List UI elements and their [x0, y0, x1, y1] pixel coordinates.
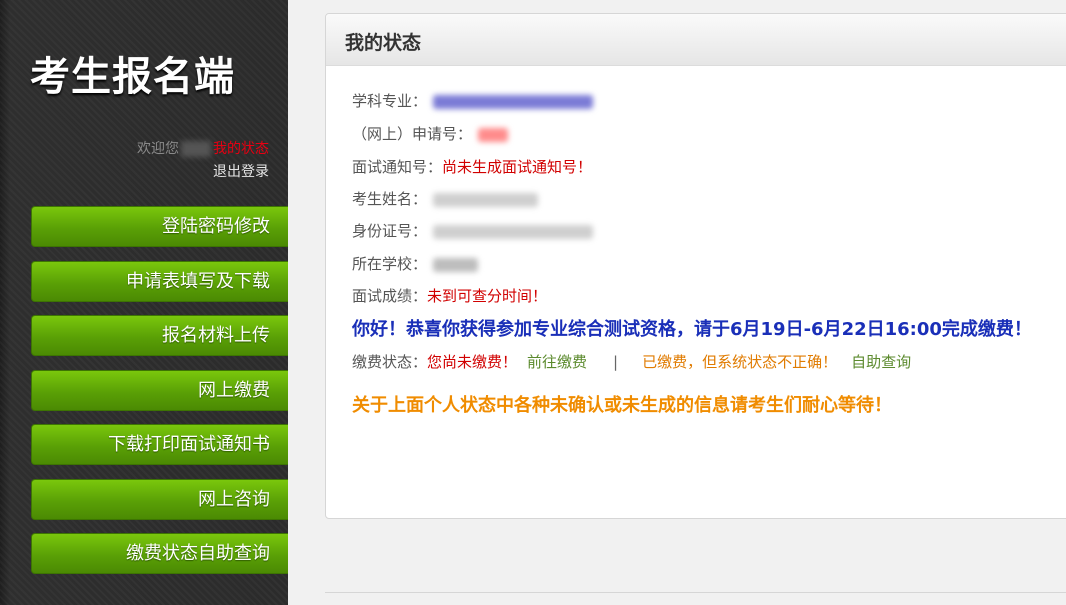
field-value: 未到可查分时间！: [427, 287, 548, 305]
divider: [325, 592, 1066, 593]
field-major: 学科专业：: [352, 90, 594, 111]
welcome-row: 欢迎您 我的状态: [137, 138, 269, 158]
qualification-notice: 你好！恭喜你获得参加专业综合测试资格，请于6月19日-6月22日16:00完成缴…: [352, 319, 1032, 340]
nav-material-upload[interactable]: 报名材料上传: [31, 315, 288, 356]
field-label: （网上）申请号：: [352, 125, 473, 143]
sidebar: 考生报名端 欢迎您 我的状态 退出登录 登陆密码修改 申请表填写及下载 报名材料上…: [0, 0, 288, 605]
field-label: 面试通知号：: [352, 158, 443, 176]
field-application-no: （网上）申请号：: [352, 123, 509, 144]
status-panel: 我的状态 学科专业： （网上）申请号： 面试通知号：尚未生成面试通知号！ 考生姓…: [325, 13, 1066, 519]
panel-title: 我的状态: [345, 32, 422, 54]
panel-header: 我的状态: [326, 14, 1066, 66]
payment-status-row: 缴费状态：您尚未缴费！ 前往缴费 | 已缴费，但系统状态不正确！ 自助查询: [352, 351, 911, 372]
field-interview-no: 面试通知号：尚未生成面试通知号！: [352, 156, 592, 177]
go-pay-link[interactable]: 前往缴费: [527, 353, 587, 371]
field-id-number: 身份证号：: [352, 220, 594, 241]
field-score: 面试成绩：未到可查分时间！: [352, 285, 547, 306]
field-label: 所在学校：: [352, 255, 428, 273]
paid-issue-text: 已缴费，但系统状态不正确！: [642, 353, 838, 371]
field-label: 面试成绩：: [352, 287, 428, 305]
nav-online-consult[interactable]: 网上咨询: [31, 478, 288, 520]
field-label: 身份证号：: [352, 222, 428, 240]
sidebar-nav: 登陆密码修改 申请表填写及下载 报名材料上传 网上缴费 下载打印面试通知书 网上…: [31, 206, 288, 588]
field-value: 尚未生成面试通知号！: [442, 158, 593, 176]
payment-status-label: 缴费状态：: [352, 353, 428, 371]
nav-interview-notice[interactable]: 下载打印面试通知书: [31, 424, 288, 465]
field-label: 考生姓名：: [352, 190, 428, 208]
redacted-value: [433, 192, 539, 207]
welcome-text: 欢迎您: [137, 141, 179, 157]
footer-note: 关于上面个人状态中各种未确认或未生成的信息请考生们耐心等待！: [352, 395, 892, 416]
app-title: 考生报名端: [30, 54, 235, 100]
logout-link[interactable]: 退出登录: [213, 161, 269, 181]
field-school: 所在学校：: [352, 253, 479, 274]
user-name-redacted: [181, 141, 211, 157]
field-name: 考生姓名：: [352, 188, 539, 209]
field-label: 学科专业：: [352, 92, 428, 110]
redacted-value: [433, 94, 594, 109]
nav-password-change[interactable]: 登陆密码修改: [31, 206, 288, 247]
separator: |: [613, 353, 619, 371]
redacted-value: [433, 224, 594, 239]
nav-application-form[interactable]: 申请表填写及下载: [31, 260, 288, 302]
my-status-link[interactable]: 我的状态: [213, 141, 269, 157]
payment-unpaid-text: 您尚未缴费！: [427, 353, 518, 371]
nav-payment-status-query[interactable]: 缴费状态自助查询: [31, 533, 288, 574]
redacted-value: [478, 127, 509, 142]
nav-online-payment[interactable]: 网上缴费: [31, 369, 288, 411]
self-query-link[interactable]: 自助查询: [851, 353, 911, 371]
redacted-value: [433, 257, 479, 272]
